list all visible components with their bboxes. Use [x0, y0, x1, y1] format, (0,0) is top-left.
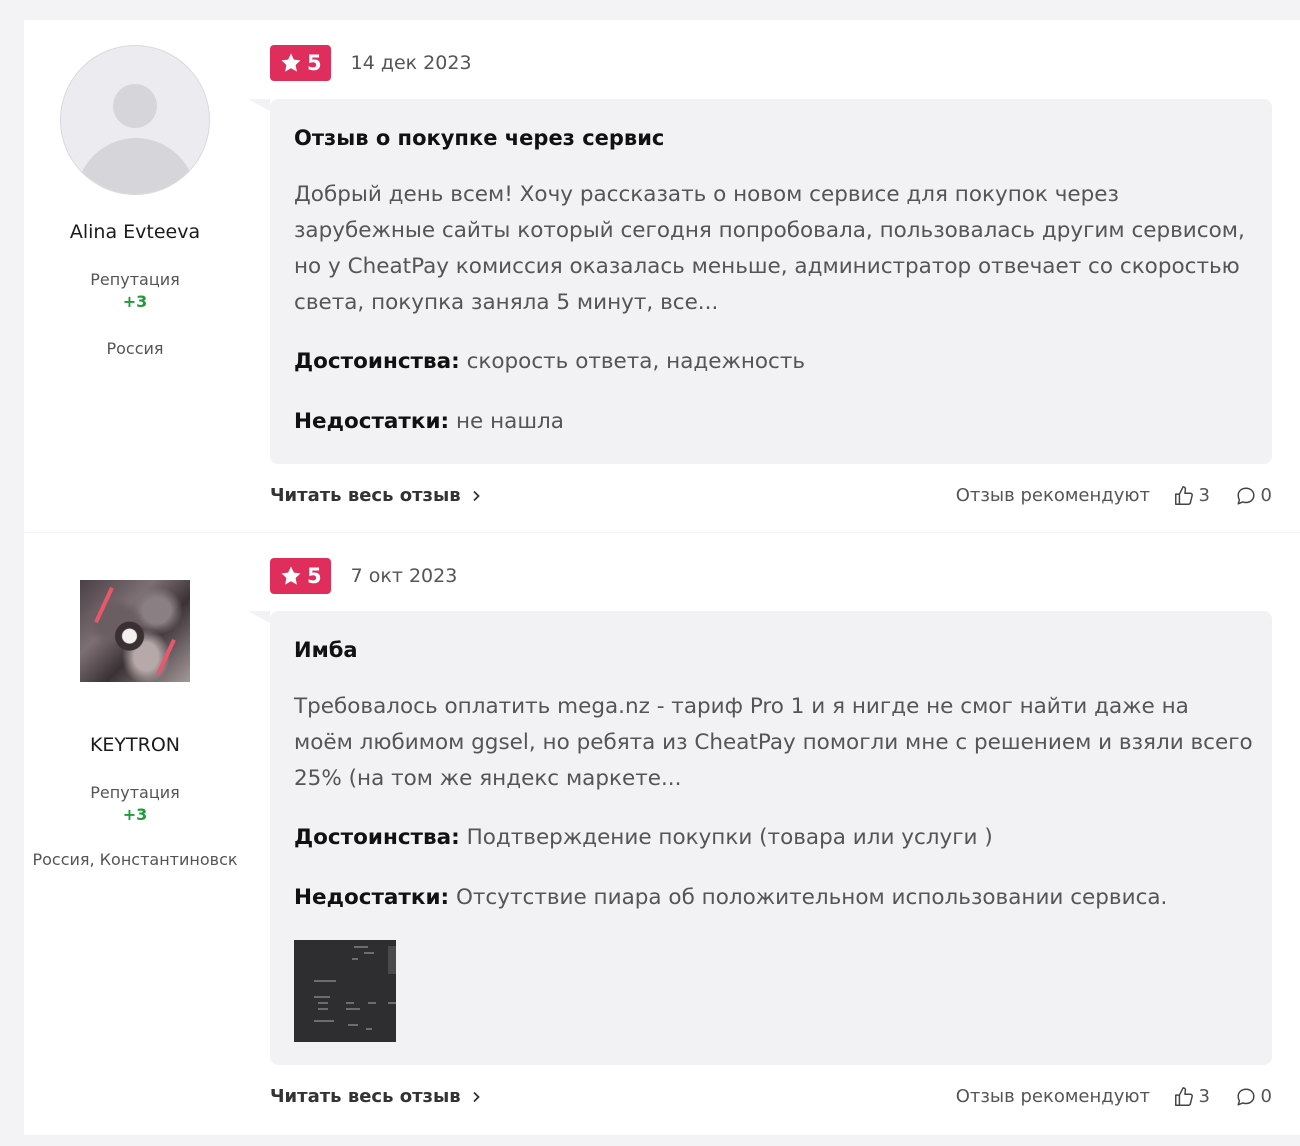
reputation-value: +3: [122, 805, 148, 824]
cons-text: не нашла: [455, 409, 564, 434]
comment-icon: [1237, 1088, 1255, 1106]
avatar[interactable]: [80, 580, 190, 682]
likes-count: 3: [1198, 1086, 1210, 1107]
read-more-link[interactable]: Читать весь отзыв: [270, 1082, 481, 1112]
review-item: Alina Evteeva Репутация +3 Россия 5 14 д…: [24, 20, 1300, 532]
thumbnail-detail: [348, 1024, 358, 1026]
comments-count: 0: [1260, 1086, 1272, 1107]
pros-label: Достоинства:: [294, 349, 460, 374]
avatar-photo-detail: [156, 638, 176, 676]
cons-text: Отсутствие пиара об положительном исполь…: [455, 885, 1168, 910]
thumbs-up-icon: [1174, 1087, 1193, 1106]
read-more-link[interactable]: Читать весь отзыв: [270, 481, 481, 511]
author-name[interactable]: Alina Evteeva: [24, 221, 246, 243]
thumbnail-detail: [314, 1020, 334, 1022]
thumbnail-detail: [364, 952, 374, 954]
review-image-thumbnail[interactable]: [294, 940, 396, 1042]
review-item: KEYTRON Репутация +3 Россия, Константино…: [24, 533, 1300, 1135]
review-meta: 5 7 окт 2023: [270, 558, 457, 594]
review-card: Отзыв о покупке через сервис Добрый день…: [248, 99, 1272, 464]
like-button[interactable]: 3: [1173, 1082, 1210, 1112]
cons-label: Недостатки:: [294, 409, 450, 434]
cons-line: Недостатки: Отсутствие пиара об положите…: [294, 885, 1167, 910]
thumbnail-detail: [388, 1002, 396, 1004]
rating-value: 5: [307, 564, 322, 588]
like-button[interactable]: 3: [1173, 481, 1210, 511]
review-text: Требовалось оплатить mega.nz - тариф Pro…: [294, 694, 1253, 791]
reputation-value: +3: [122, 292, 148, 311]
thumbnail-detail: [388, 946, 396, 974]
rating-badge: 5: [270, 45, 331, 81]
thumbnail-detail: [318, 1008, 328, 1010]
review-date: 7 окт 2023: [350, 565, 458, 587]
comments-button[interactable]: 0: [1235, 1082, 1272, 1112]
review-date: 14 дек 2023: [350, 52, 472, 74]
recommend-label: Отзыв рекомендуют: [955, 485, 1150, 506]
star-icon: [281, 566, 301, 585]
pros-line: Достоинства: скорость ответа, надежность: [294, 349, 805, 374]
thumbs-up-icon: [1174, 486, 1193, 505]
thumbnail-detail: [366, 1028, 372, 1030]
chevron-right-icon: [473, 490, 480, 502]
pros-line: Достоинства: Подтверждение покупки (това…: [294, 825, 993, 850]
review-text: Добрый день всем! Хочу рассказать о ново…: [294, 182, 1245, 315]
review-meta: 5 14 дек 2023: [270, 45, 472, 81]
review-card: Имба Требовалось оплатить mega.nz - тари…: [248, 611, 1272, 1065]
thumbnail-detail: [368, 1002, 376, 1004]
pros-text: Подтверждение покупки (товара или услуги…: [466, 825, 993, 850]
read-more-label: Читать весь отзыв: [270, 1086, 461, 1107]
thumbnail-detail: [318, 1002, 328, 1004]
review-footer: Читать весь отзыв Отзыв рекомендуют 3 0: [270, 481, 1272, 511]
avatar-placeholder-body: [76, 138, 196, 194]
recommend-label: Отзыв рекомендуют: [955, 1086, 1150, 1107]
star-icon: [281, 53, 301, 72]
reputation-label: Репутация: [90, 270, 180, 289]
review-title[interactable]: Имба: [294, 638, 358, 662]
thumbnail-detail: [314, 980, 336, 982]
rating-value: 5: [307, 51, 322, 75]
cons-label: Недостатки:: [294, 885, 450, 910]
comments-button[interactable]: 0: [1235, 481, 1272, 511]
author-location: Россия: [106, 339, 164, 358]
thumbnail-detail: [346, 1002, 354, 1004]
thumbnail-detail: [346, 1008, 360, 1010]
comments-count: 0: [1260, 485, 1272, 506]
avatar[interactable]: [60, 45, 210, 195]
cons-line: Недостатки: не нашла: [294, 409, 564, 434]
pros-text: скорость ответа, надежность: [466, 349, 806, 374]
likes-count: 3: [1198, 485, 1210, 506]
avatar-photo-detail: [94, 586, 114, 624]
pros-label: Достоинства:: [294, 825, 460, 850]
author-name[interactable]: KEYTRON: [24, 734, 246, 756]
review-title[interactable]: Отзыв о покупке через сервис: [294, 126, 664, 150]
rating-badge: 5: [270, 558, 331, 594]
thumbnail-detail: [314, 996, 330, 998]
review-footer: Читать весь отзыв Отзыв рекомендуют 3 0: [270, 1082, 1272, 1112]
reputation-label: Репутация: [90, 783, 180, 802]
reviews-feed: Alina Evteeva Репутация +3 Россия 5 14 д…: [24, 0, 1300, 1146]
read-more-label: Читать весь отзыв: [270, 485, 461, 506]
thumbnail-detail: [354, 946, 368, 948]
thumbnail-detail: [352, 958, 358, 960]
comment-icon: [1237, 487, 1255, 505]
avatar-placeholder-head: [113, 84, 157, 128]
author-location: Россия, Константиновск: [32, 850, 238, 869]
chevron-right-icon: [473, 1091, 480, 1103]
